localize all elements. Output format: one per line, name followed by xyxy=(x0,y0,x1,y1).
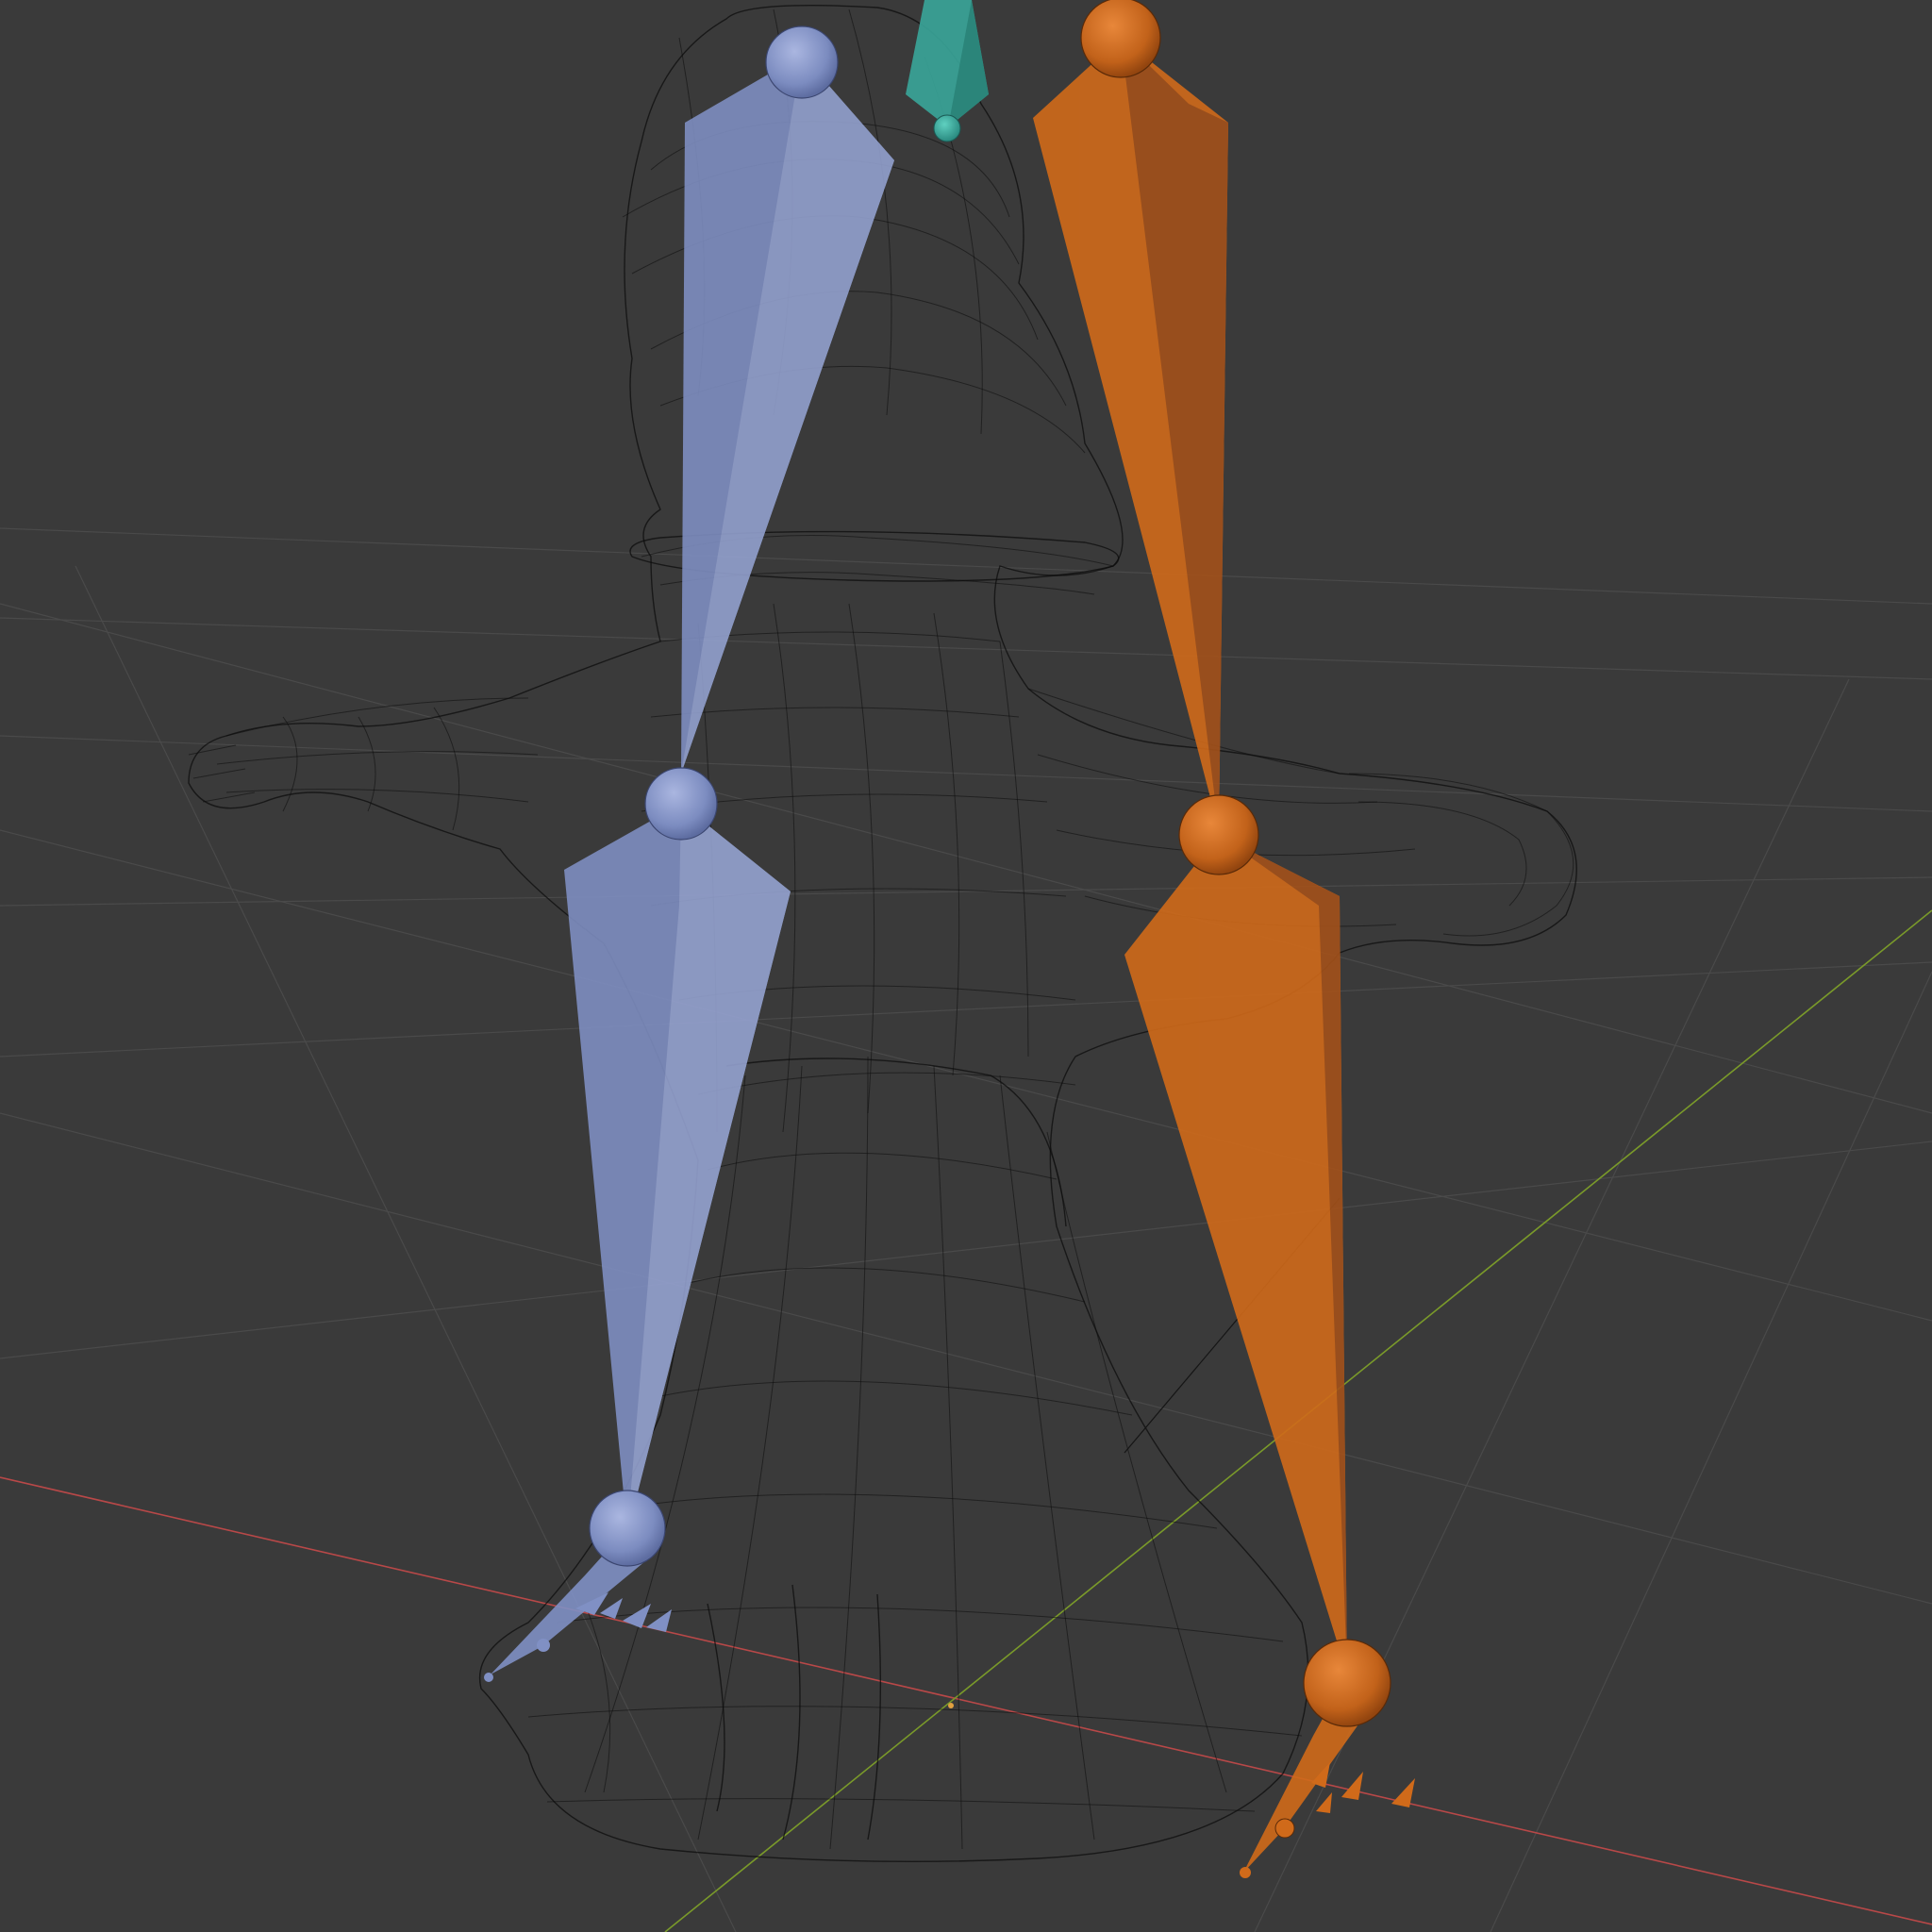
left-thigh-bone[interactable] xyxy=(681,55,894,774)
left-ankle-joint[interactable] xyxy=(589,1490,666,1567)
world-origin-marker xyxy=(948,1703,954,1708)
right-shin-bone[interactable] xyxy=(1124,835,1347,1674)
root-bone-tail-joint[interactable] xyxy=(933,114,961,142)
3d-viewport[interactable] xyxy=(0,0,1932,1932)
left-knee-joint[interactable] xyxy=(644,767,718,841)
right-ankle-joint[interactable] xyxy=(1303,1639,1391,1727)
left-hip-joint[interactable] xyxy=(765,25,839,99)
right-thigh-bone[interactable] xyxy=(1033,38,1228,830)
right-knee-joint[interactable] xyxy=(1178,794,1259,875)
root-bone[interactable] xyxy=(906,0,989,142)
left-shin-bone[interactable] xyxy=(564,804,791,1533)
wireframe-mesh[interactable] xyxy=(188,5,1577,1863)
right-hip-joint[interactable] xyxy=(1080,0,1161,78)
x-axis-line xyxy=(0,1476,1932,1925)
floor-grid xyxy=(0,527,1932,1932)
